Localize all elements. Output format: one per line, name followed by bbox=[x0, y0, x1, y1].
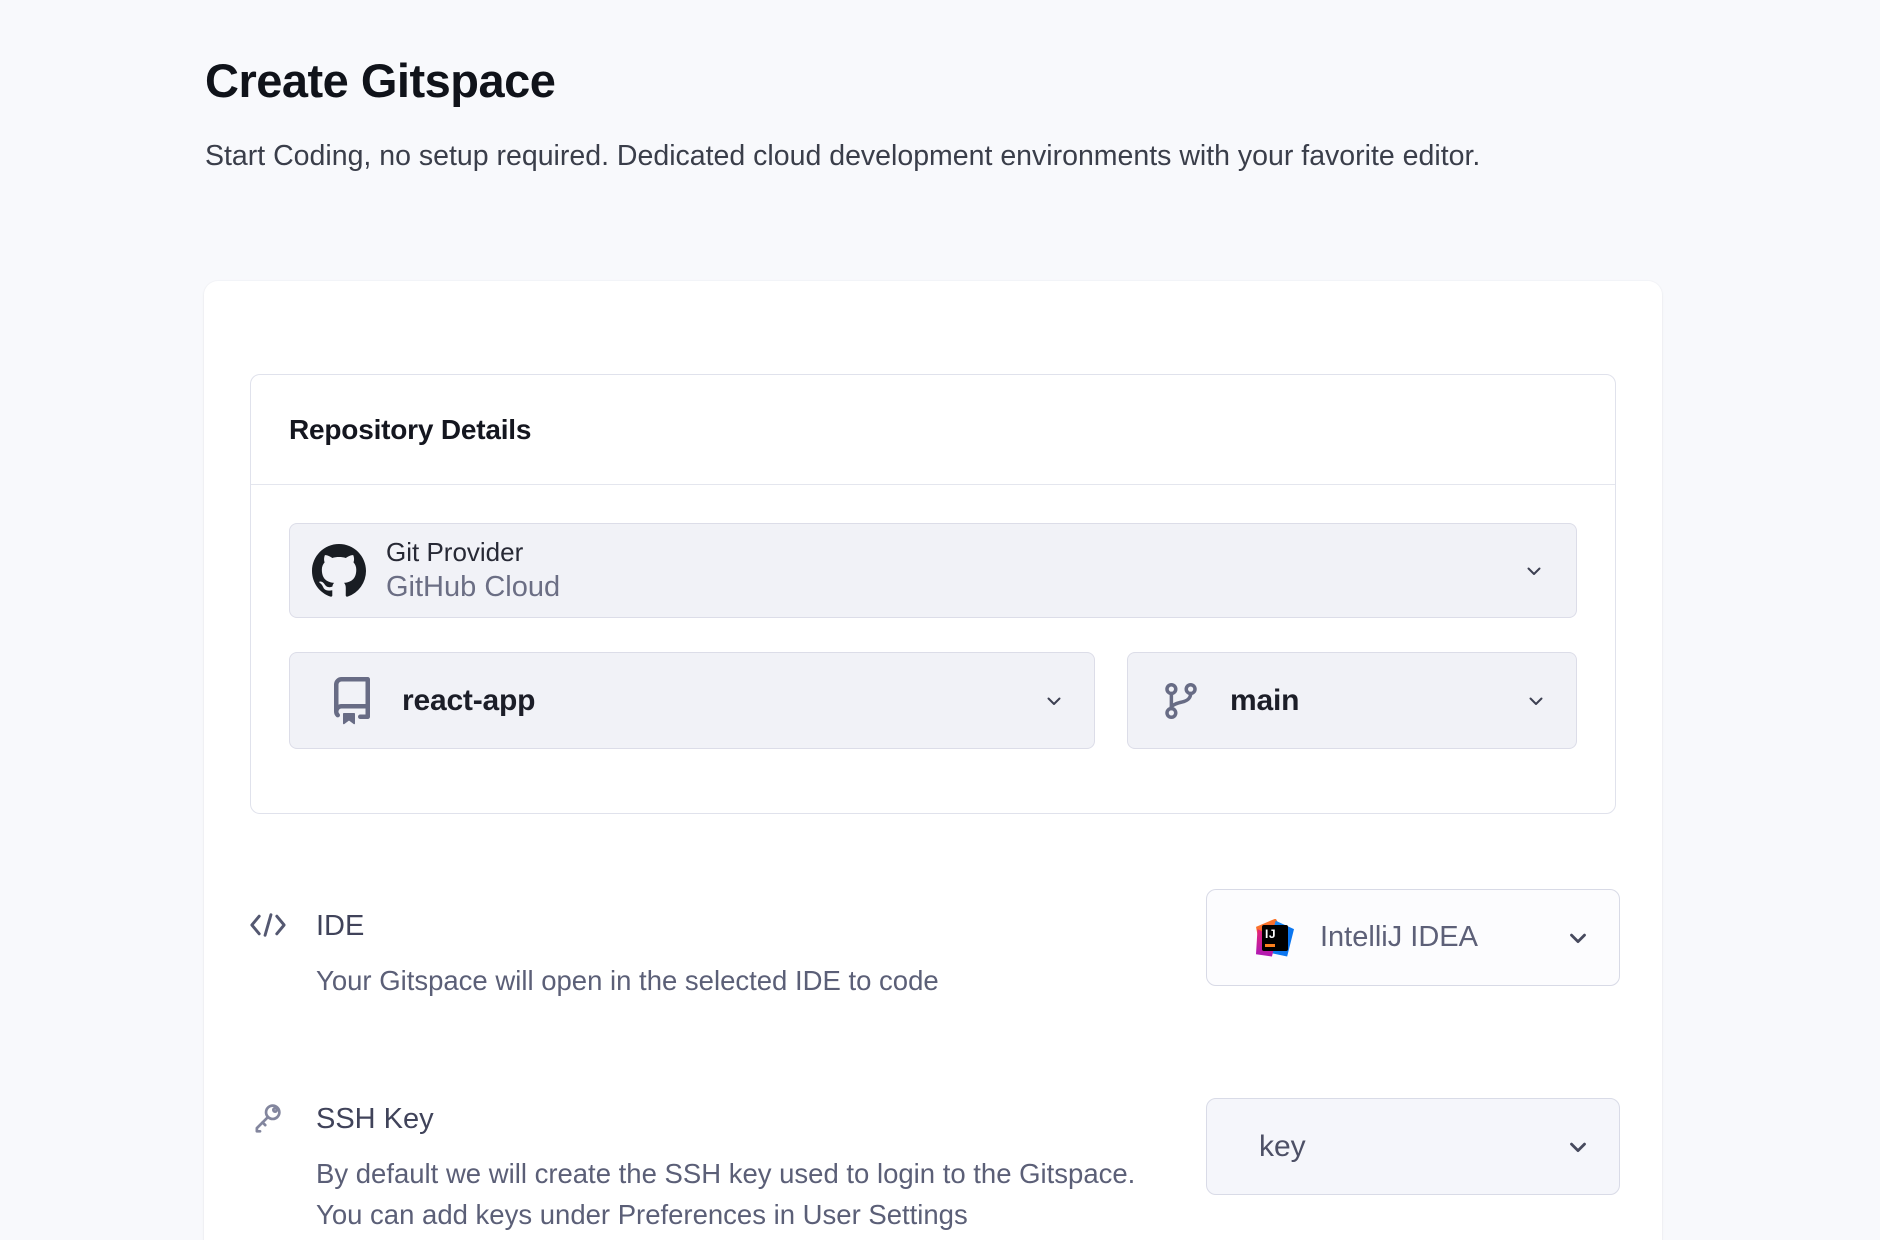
ssh-key-select[interactable]: key bbox=[1206, 1098, 1620, 1195]
intellij-logo-letters: IJ bbox=[1265, 927, 1276, 941]
ssh-key-section-text: SSH Key By default we will create the SS… bbox=[316, 1102, 1135, 1235]
repository-details-title: Repository Details bbox=[289, 414, 531, 446]
git-branch-icon bbox=[1160, 680, 1202, 722]
repository-select-value: react-app bbox=[402, 684, 535, 718]
github-logo-icon bbox=[312, 544, 366, 598]
ssh-key-description-line2: You can add keys under Preferences in Us… bbox=[316, 1194, 1135, 1235]
intellij-idea-logo-icon: IJ bbox=[1256, 919, 1294, 957]
git-provider-text: Git Provider GitHub Cloud bbox=[386, 536, 560, 606]
repository-details-card: Repository Details Git Provider GitHub C… bbox=[250, 374, 1616, 814]
chevron-down-icon bbox=[1565, 925, 1591, 951]
ide-section-text: IDE Your Gitspace will open in the selec… bbox=[316, 909, 939, 1001]
ssh-key-label: SSH Key bbox=[316, 1102, 1135, 1136]
git-provider-value: GitHub Cloud bbox=[386, 569, 560, 606]
ssh-key-description-line1: By default we will create the SSH key us… bbox=[316, 1153, 1135, 1194]
ssh-key-select-value: key bbox=[1259, 1130, 1306, 1164]
chevron-down-icon bbox=[1522, 559, 1546, 583]
ide-label: IDE bbox=[316, 909, 939, 943]
page-subtitle: Start Coding, no setup required. Dedicat… bbox=[205, 136, 1580, 177]
chevron-down-icon bbox=[1524, 689, 1548, 713]
git-provider-select[interactable]: Git Provider GitHub Cloud bbox=[289, 523, 1577, 618]
chevron-down-icon bbox=[1042, 689, 1066, 713]
repository-details-body: Git Provider GitHub Cloud bbox=[251, 485, 1615, 749]
key-icon bbox=[248, 1099, 286, 1137]
chevron-down-icon bbox=[1565, 1134, 1591, 1160]
gitspace-form-panel: Repository Details Git Provider GitHub C… bbox=[204, 281, 1662, 1240]
repo-book-icon bbox=[328, 677, 376, 725]
ide-select-value: IntelliJ IDEA bbox=[1320, 921, 1478, 954]
page-title: Create Gitspace bbox=[205, 52, 555, 110]
create-gitspace-page: Create Gitspace Start Coding, no setup r… bbox=[0, 0, 1880, 1240]
branch-select-value: main bbox=[1230, 684, 1299, 718]
repository-details-header: Repository Details bbox=[251, 375, 1615, 485]
branch-select[interactable]: main bbox=[1127, 652, 1577, 749]
repo-branch-row: react-app bbox=[289, 652, 1577, 749]
ide-select[interactable]: IJ IntelliJ IDEA bbox=[1206, 889, 1620, 986]
repository-select[interactable]: react-app bbox=[289, 652, 1095, 749]
git-provider-label: Git Provider bbox=[386, 536, 560, 569]
ide-description: Your Gitspace will open in the selected … bbox=[316, 960, 939, 1001]
code-icon bbox=[246, 909, 290, 941]
